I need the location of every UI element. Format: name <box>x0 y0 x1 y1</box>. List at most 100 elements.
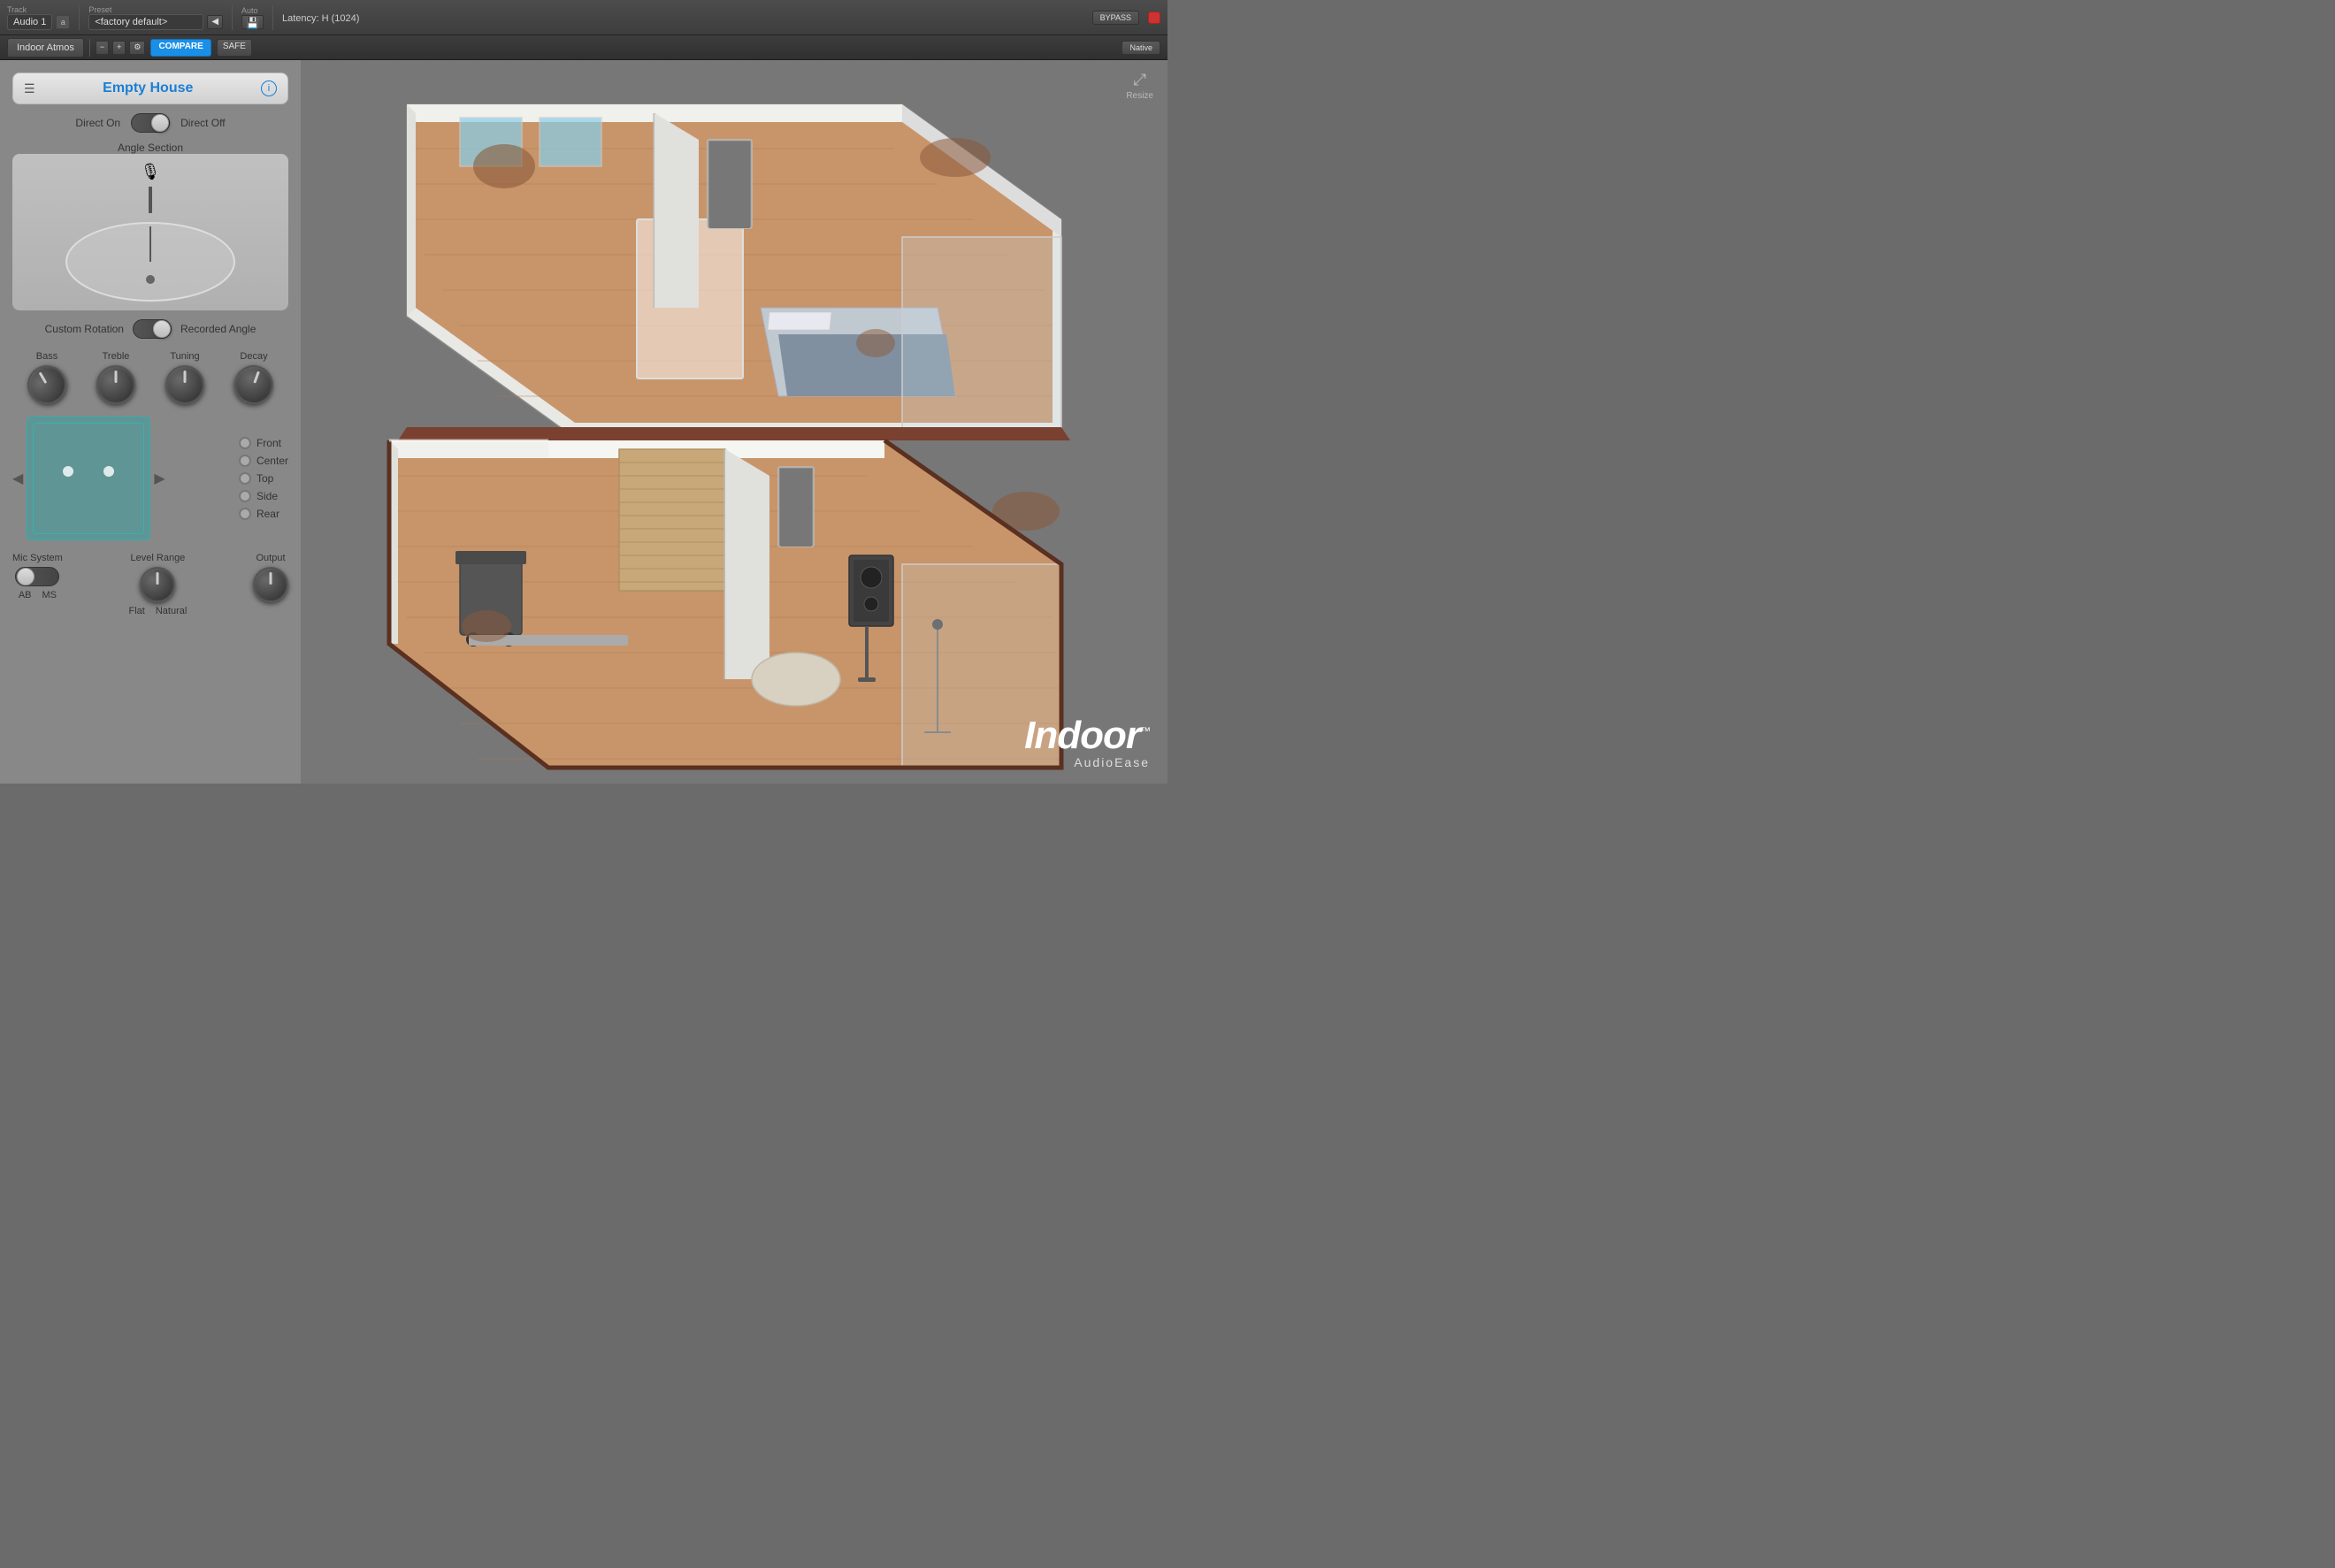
radio-front[interactable]: Front <box>239 437 288 449</box>
radio-rear[interactable]: Rear <box>239 508 288 520</box>
output-group: Output <box>253 553 288 602</box>
logo-container: Indoor™ AudioEase <box>1024 716 1150 769</box>
close-button[interactable] <box>1148 11 1160 24</box>
level-range-group: Level Range Flat Natural <box>129 553 188 616</box>
level-range-knob[interactable] <box>140 567 175 602</box>
native-button[interactable]: Native <box>1122 41 1160 55</box>
scene-container: ⤢ Resize Indoor™ AudioEase <box>301 60 1168 784</box>
knobs-section: Bass Treble Tuning Decay <box>12 348 288 408</box>
resize-button[interactable]: ⤢ Resize <box>1126 71 1153 101</box>
track-id-button[interactable]: a <box>56 15 70 29</box>
mic-toggle-thumb <box>17 568 34 585</box>
panel-title: Empty House <box>42 80 254 96</box>
angle-stem <box>149 187 152 213</box>
mic-system-label: Mic System <box>12 553 63 563</box>
latency-label: Latency: H (1024) <box>282 13 359 24</box>
ab-label: AB <box>19 590 32 600</box>
bass-group: Bass <box>27 351 66 404</box>
resize-label: Resize <box>1126 91 1153 101</box>
treble-label: Treble <box>103 351 130 362</box>
direct-off-label: Direct Off <box>180 117 225 129</box>
rotation-section: Custom Rotation Recorded Angle <box>12 319 288 339</box>
speaker-section: ◀ ▶ Front Center Top <box>12 417 288 540</box>
title-bar: Track Audio 1 a Preset <factory default>… <box>0 0 1168 35</box>
treble-group: Treble <box>96 351 135 404</box>
resize-icon: ⤢ <box>1134 71 1146 89</box>
hamburger-icon[interactable]: ☰ <box>24 81 35 96</box>
direct-section: Direct On Direct Off <box>12 113 288 133</box>
preset-name[interactable]: <factory default> <box>88 14 203 30</box>
decay-label: Decay <box>240 351 267 362</box>
plugin-name-button[interactable]: Indoor Atmos <box>7 38 84 57</box>
scene-svg <box>301 60 1168 784</box>
output-knob[interactable] <box>253 567 288 602</box>
direct-on-label: Direct On <box>75 117 120 129</box>
info-icon[interactable]: i <box>261 80 277 96</box>
auto-label: Auto <box>241 6 264 15</box>
radio-center-circle[interactable] <box>239 455 251 467</box>
custom-rotation-label: Custom Rotation <box>45 323 124 335</box>
ab-ms-row: AB MS <box>19 590 57 600</box>
compare-button[interactable]: COMPARE <box>150 39 211 57</box>
rotation-toggle[interactable] <box>133 319 172 339</box>
divider-3 <box>272 5 273 30</box>
preset-section: Preset <factory default> ◀ <box>88 5 223 30</box>
direct-toggle[interactable] <box>131 113 170 133</box>
treble-knob[interactable] <box>96 365 135 404</box>
auto-section: Auto 💾 <box>241 6 264 29</box>
angle-section: Angle Section 🎙 <box>12 142 288 310</box>
safe-button[interactable]: SAFE <box>217 39 252 57</box>
ms-label: MS <box>42 590 57 600</box>
speaker-radio-group: Front Center Top Side Rear <box>239 437 288 520</box>
bass-knob[interactable] <box>20 358 73 411</box>
toolbar-divider <box>89 39 90 57</box>
save-button[interactable]: 💾 <box>241 15 264 29</box>
direct-toggle-thumb <box>151 114 169 132</box>
angle-section-label: Angle Section <box>12 142 288 154</box>
rotation-toggle-thumb <box>153 320 171 338</box>
angle-ellipse-svg <box>62 213 239 302</box>
decay-knob[interactable] <box>229 360 279 409</box>
logo-indoor-text: Indoor™ <box>1024 716 1150 755</box>
tuning-knob[interactable] <box>165 365 204 404</box>
settings-button[interactable]: ⚙ <box>129 41 145 55</box>
bottom-controls: Mic System AB MS Level Range Flat Natura… <box>12 549 288 616</box>
radio-side-circle[interactable] <box>239 490 251 502</box>
mic-system-group: Mic System AB MS <box>12 553 63 600</box>
radio-front-label: Front <box>256 437 281 449</box>
track-name[interactable]: Audio 1 <box>7 14 52 30</box>
speaker-left-arrow[interactable]: ◀ <box>12 470 23 487</box>
radio-side[interactable]: Side <box>239 490 288 502</box>
level-range-label: Level Range <box>131 553 186 563</box>
bass-label: Bass <box>36 351 57 362</box>
logo-tm: ™ <box>1140 724 1150 737</box>
mic-toggle[interactable] <box>15 567 59 586</box>
radio-top-circle[interactable] <box>239 472 251 485</box>
minus-preset-button[interactable]: − <box>96 41 109 55</box>
speaker-right-arrow[interactable]: ▶ <box>154 470 165 487</box>
speaker-display <box>27 417 150 540</box>
divider-1 <box>79 5 80 30</box>
toolbar: Indoor Atmos − + ⚙ COMPARE SAFE Native <box>0 35 1168 60</box>
prev-preset-button[interactable]: ◀ <box>207 15 223 29</box>
radio-front-circle[interactable] <box>239 437 251 449</box>
flat-natural-row: Flat Natural <box>129 606 188 616</box>
recorded-angle-label: Recorded Angle <box>180 323 256 335</box>
radio-rear-label: Rear <box>256 508 279 520</box>
divider-2 <box>232 5 233 30</box>
bypass-button[interactable]: BYPASS <box>1092 11 1139 25</box>
radio-top-label: Top <box>256 472 273 485</box>
radio-side-label: Side <box>256 490 278 502</box>
flat-label: Flat <box>129 606 145 616</box>
radio-top[interactable]: Top <box>239 472 288 485</box>
radio-center[interactable]: Center <box>239 455 288 467</box>
radio-rear-circle[interactable] <box>239 508 251 520</box>
plugin-panel: ☰ Empty House i Direct On Direct Off Ang… <box>0 60 301 784</box>
radio-center-label: Center <box>256 455 288 467</box>
speaker-dot-left <box>63 466 73 477</box>
natural-label: Natural <box>156 606 187 616</box>
microphone-icon: 🎙 <box>141 163 161 181</box>
speaker-dot-right <box>103 466 114 477</box>
plus-preset-button[interactable]: + <box>112 41 126 55</box>
preset-label: Preset <box>88 5 223 14</box>
